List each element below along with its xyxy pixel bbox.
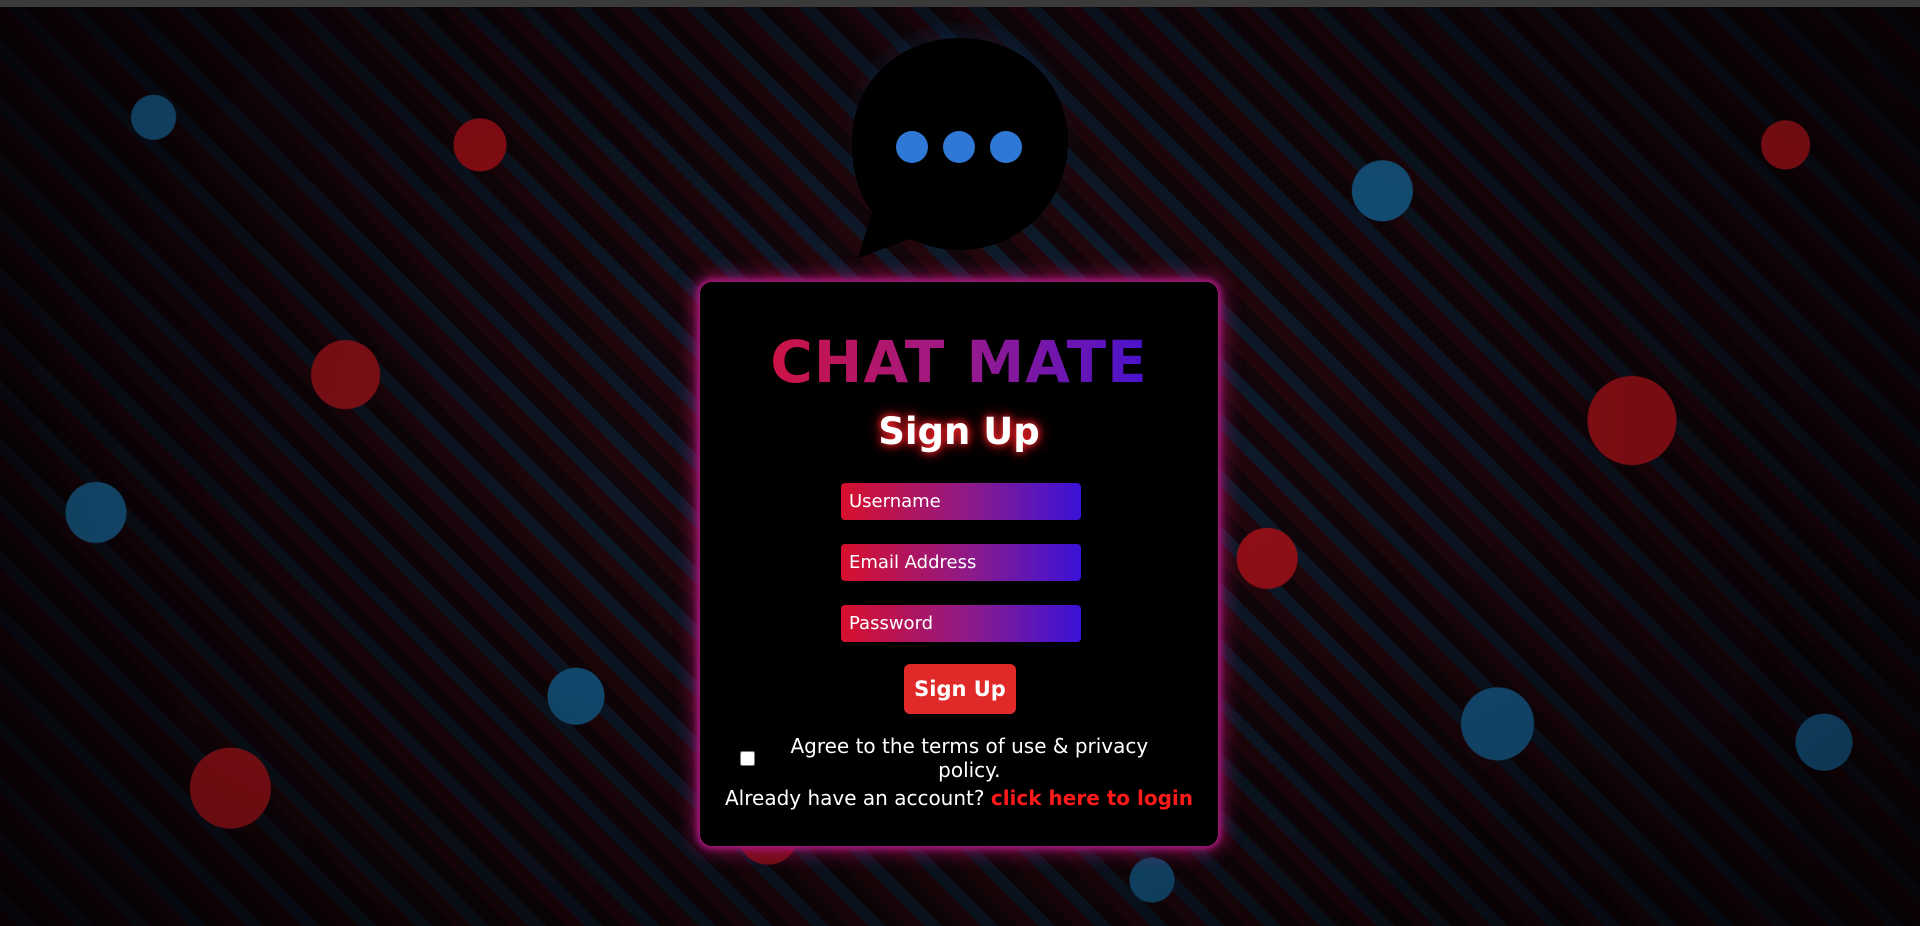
signup-button[interactable]: Sign Up: [904, 664, 1016, 714]
dot-1: [896, 131, 928, 163]
login-prompt-text: Already have an account?: [725, 786, 991, 810]
brand-title: CHAT MATE: [700, 328, 1218, 396]
username-input[interactable]: [841, 483, 1081, 520]
password-input[interactable]: [841, 605, 1081, 642]
dot-3: [990, 131, 1022, 163]
agree-checkbox[interactable]: [740, 750, 755, 766]
form-title: Sign Up: [878, 410, 1040, 453]
login-link[interactable]: click here to login: [991, 786, 1193, 810]
browser-top-bar: [0, 0, 1920, 7]
chat-bubble-dots-icon: [842, 22, 1078, 266]
email-input[interactable]: [841, 544, 1081, 581]
signup-card: CHAT MATE Sign Up Sign Up Agree to the t…: [700, 282, 1218, 846]
agree-label: Agree to the terms of use & privacy poli…: [790, 734, 1149, 782]
login-prompt-row: Already have an account? click here to l…: [700, 786, 1218, 810]
dot-2: [943, 131, 975, 163]
agree-row: Agree to the terms of use & privacy poli…: [740, 734, 1178, 782]
